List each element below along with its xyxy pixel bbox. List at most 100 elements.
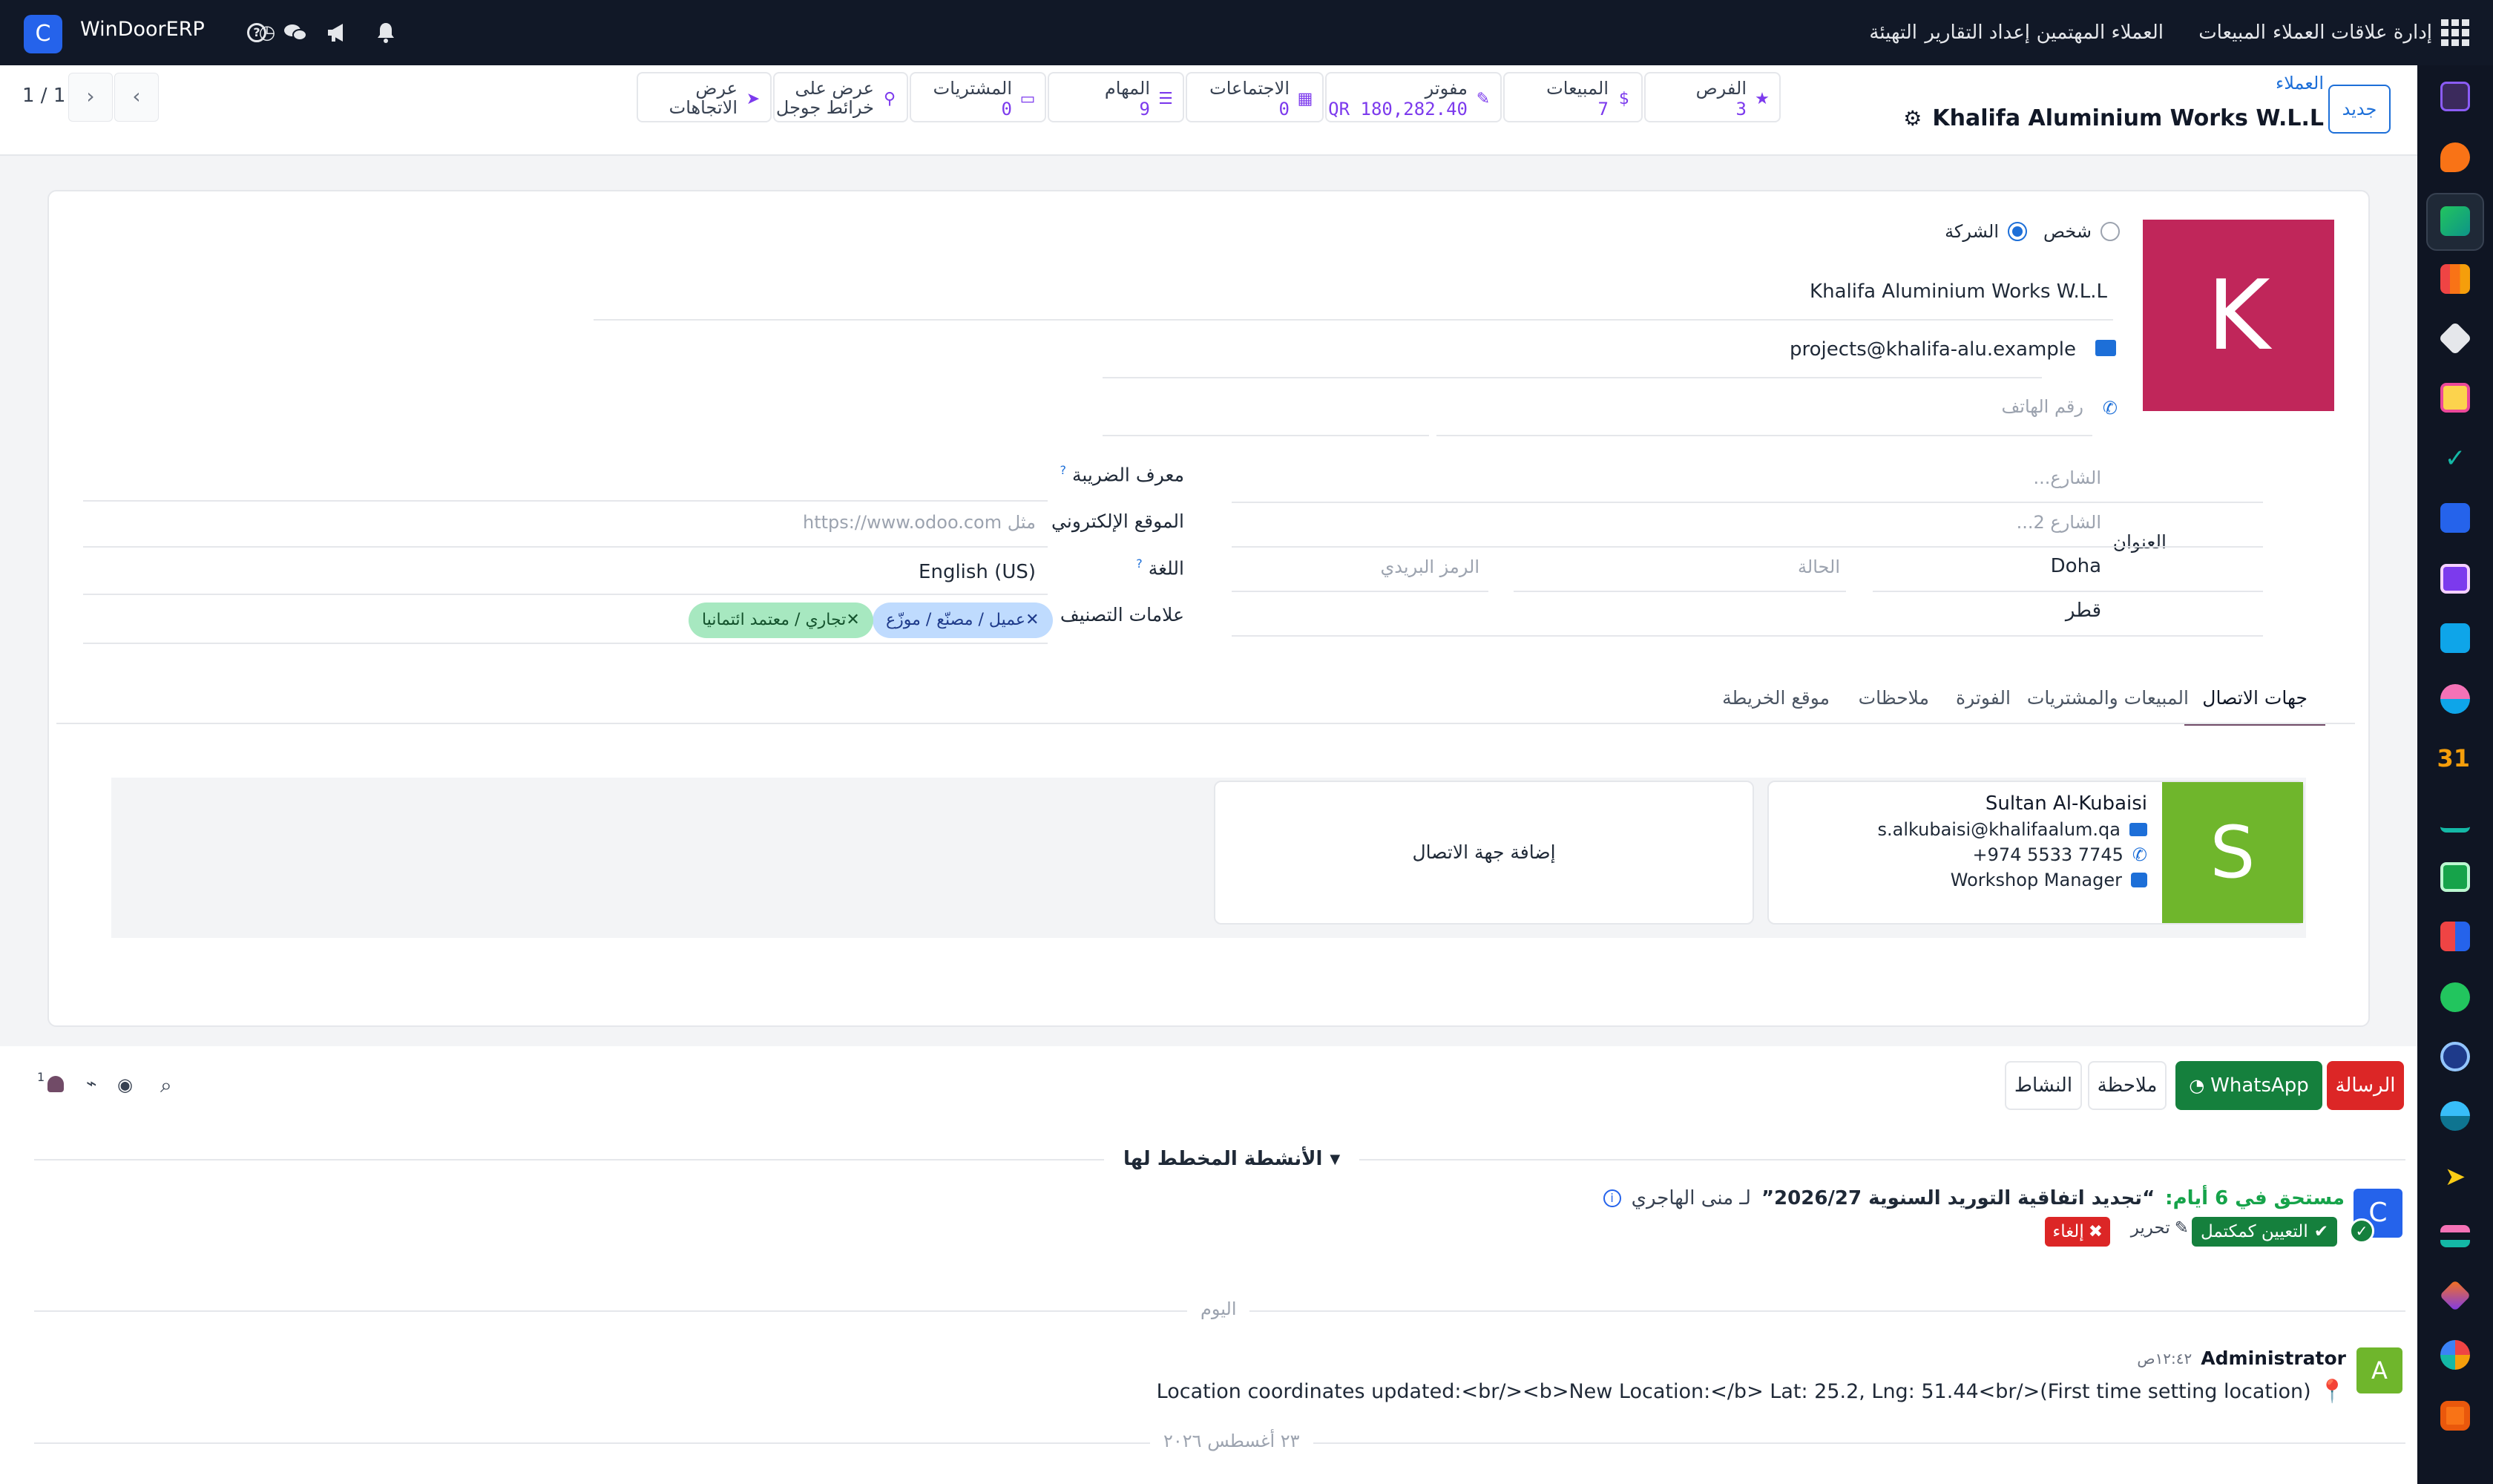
menu-sales[interactable]: المبيعات bbox=[2198, 0, 2266, 65]
company-logo[interactable]: C bbox=[24, 15, 62, 53]
smart-directions[interactable]: ➤ عرض الاتجاهات bbox=[637, 72, 772, 122]
smart-meetings[interactable]: ▦ الاجتماعات 0 bbox=[1186, 72, 1324, 122]
menu-leads[interactable]: العملاء المهتمين bbox=[2037, 0, 2164, 65]
partner-avatar[interactable]: K bbox=[2143, 220, 2334, 411]
gear-icon[interactable]: ⚙ bbox=[1903, 106, 1922, 131]
breadcrumb-parent[interactable]: العملاء bbox=[2276, 73, 2324, 93]
rail-calendar-icon[interactable]: 31 bbox=[2437, 743, 2470, 773]
country-field[interactable]: قطر bbox=[2066, 600, 2101, 622]
tab-sales-purchase[interactable]: المبيعات والمشتريات bbox=[2027, 680, 2189, 724]
message-time: ١٢:٤٢ص bbox=[2137, 1349, 2193, 1368]
lang-field[interactable]: English (US) bbox=[919, 561, 1036, 583]
rail-app-20-icon[interactable] bbox=[2440, 1225, 2470, 1247]
menu-reporting[interactable]: إعداد التقارير bbox=[1925, 0, 2030, 65]
contact-name: Sultan Al-Kubaisi bbox=[1985, 792, 2147, 815]
smart-tasks[interactable]: ☰ المهام 9 bbox=[1048, 72, 1184, 122]
tag-remove-icon[interactable]: ✕ bbox=[1025, 611, 1039, 629]
smart-purchases[interactable]: ▭ المشتريات 0 bbox=[910, 72, 1046, 122]
apps-menu-icon[interactable] bbox=[2441, 18, 2471, 47]
website-field[interactable]: مثل https://www.odoo.com bbox=[803, 512, 1036, 533]
pager-prev-button[interactable]: ‹ bbox=[68, 73, 113, 122]
megaphone-icon[interactable] bbox=[323, 18, 350, 47]
rail-app-23-icon[interactable] bbox=[2440, 1401, 2470, 1431]
whatsapp-button[interactable]: WhatsApp ◔ bbox=[2175, 1061, 2322, 1110]
smart-invoiced[interactable]: ✎ مفوتر 180,282.40 QR bbox=[1325, 72, 1502, 122]
tasks-icon: ☰ bbox=[1158, 90, 1173, 108]
radio-company[interactable]: الشركة bbox=[1945, 221, 2027, 242]
rail-app-11-icon[interactable] bbox=[2440, 684, 2470, 714]
cancel-activity-button[interactable]: ✖ إلغاء bbox=[2045, 1217, 2110, 1247]
contact-card[interactable]: S Sultan Al-Kubaisi s.alkubaisi@khalifaa… bbox=[1767, 781, 2305, 925]
rail-app-4-icon[interactable] bbox=[2440, 264, 2470, 294]
tag-commercial[interactable]: ✕تجاري / معتمد ائتمانيا bbox=[689, 603, 873, 638]
planned-activities-toggle[interactable]: ▼ الأنشطة المخطط لها bbox=[1104, 1141, 1360, 1177]
contact-role: Workshop Manager bbox=[1950, 870, 2122, 890]
eye-icon[interactable]: ◉ bbox=[117, 1074, 133, 1095]
info-icon[interactable]: i bbox=[1603, 1189, 1621, 1207]
tag-customer[interactable]: ✕عميل / مصنّع / موزّع bbox=[873, 603, 1053, 638]
smart-sales[interactable]: $ المبيعات 7 bbox=[1503, 72, 1643, 122]
radio-company-label: الشركة bbox=[1945, 221, 1999, 242]
city-field[interactable]: Doha bbox=[2051, 555, 2101, 577]
smart-google-maps[interactable]: ⚲ عرض على خرائط جوجل bbox=[773, 72, 908, 122]
tab-map-location[interactable]: موقع الخريطة bbox=[1722, 680, 1830, 724]
bell-icon[interactable] bbox=[372, 18, 399, 47]
rail-app-2-icon[interactable] bbox=[2440, 142, 2470, 172]
tab-invoicing[interactable]: الفوترة bbox=[1956, 680, 2011, 724]
radio-person-circle[interactable] bbox=[2101, 222, 2120, 241]
radio-company-circle[interactable] bbox=[2008, 222, 2027, 241]
rail-app-6-icon[interactable] bbox=[2440, 383, 2470, 413]
rail-app-9-icon[interactable] bbox=[2440, 564, 2470, 594]
record-title: Khalifa Aluminium Works W.L.L bbox=[1932, 105, 2324, 131]
rail-app-21-icon[interactable] bbox=[2439, 1279, 2471, 1312]
rail-app-13-icon[interactable] bbox=[2440, 803, 2470, 833]
radio-person[interactable]: شخص bbox=[2043, 221, 2120, 242]
message-text: Location coordinates updated:<br/><b>New… bbox=[1156, 1380, 2311, 1403]
message-author[interactable]: Administrator bbox=[2201, 1347, 2346, 1369]
rail-telegram-icon[interactable]: ➤ bbox=[2440, 1162, 2470, 1192]
smart-opportunities[interactable]: ★ الفرص 3 bbox=[1644, 72, 1781, 122]
partner-name-field[interactable]: Khalifa Aluminium Works W.L.L bbox=[1810, 280, 2107, 303]
phone-icon: ✆ bbox=[2102, 398, 2118, 418]
log-note-button[interactable]: ملاحظة bbox=[2088, 1061, 2167, 1110]
rail-app-17-icon[interactable] bbox=[2440, 1042, 2470, 1071]
schedule-activity-button[interactable]: النشاط bbox=[2005, 1061, 2082, 1110]
rail-app-15-icon[interactable] bbox=[2440, 922, 2470, 951]
street2-field[interactable]: الشارع 2... bbox=[2017, 512, 2101, 533]
rail-app-10-icon[interactable] bbox=[2440, 623, 2470, 653]
name-underline bbox=[594, 319, 2113, 321]
phone-field[interactable]: رقم الهاتف bbox=[2001, 396, 2083, 417]
paperclip-icon[interactable]: ⌁ bbox=[86, 1073, 96, 1094]
rail-crm-icon[interactable] bbox=[2440, 206, 2470, 236]
search-icon[interactable]: ⌕ bbox=[160, 1073, 172, 1098]
edit-activity-button[interactable]: ✎ تحرير bbox=[2131, 1218, 2189, 1238]
email-field[interactable]: projects@khalifa-alu.example bbox=[1790, 338, 2076, 361]
send-message-button[interactable]: الرسالة bbox=[2327, 1061, 2404, 1110]
tab-contacts[interactable]: جهات الاتصال bbox=[2184, 680, 2325, 726]
rail-app-14-icon[interactable] bbox=[2440, 862, 2470, 892]
state-field[interactable]: الحالة bbox=[1798, 556, 1840, 577]
star-icon: ★ bbox=[1755, 90, 1770, 108]
new-button[interactable]: جديد bbox=[2328, 85, 2391, 134]
rail-app-1-icon[interactable] bbox=[2440, 82, 2470, 111]
menu-configuration[interactable]: التهيئة bbox=[1869, 0, 1917, 65]
tag-remove-icon[interactable]: ✕ bbox=[846, 611, 859, 629]
chat-icon[interactable] bbox=[282, 18, 309, 47]
pager-next-button[interactable]: › bbox=[114, 73, 159, 122]
rail-whatsapp-icon[interactable] bbox=[2440, 982, 2470, 1012]
rail-app-8-icon[interactable] bbox=[2440, 503, 2470, 533]
zip-field[interactable]: الرمز البريدي bbox=[1381, 556, 1479, 577]
menu-crm[interactable]: إدارة علاقات العملاء bbox=[2273, 0, 2432, 65]
rail-app-22-icon[interactable] bbox=[2440, 1340, 2470, 1370]
rail-app-5-icon[interactable] bbox=[2438, 321, 2472, 355]
street-field[interactable]: الشارع... bbox=[2034, 467, 2102, 488]
help-icon[interactable]: ? bbox=[243, 18, 270, 47]
followers-icon[interactable] bbox=[47, 1076, 64, 1092]
tab-notes[interactable]: ملاحظات bbox=[1859, 680, 1929, 724]
briefcase-icon bbox=[2131, 873, 2147, 887]
pager-value[interactable]: 1 / 1 bbox=[22, 85, 65, 107]
rail-app-18-icon[interactable] bbox=[2440, 1101, 2470, 1131]
rail-app-7-icon[interactable]: ✓ bbox=[2440, 444, 2470, 473]
mark-done-button[interactable]: ✔ التعيين كمكتمل bbox=[2191, 1217, 2337, 1247]
add-contact-card[interactable]: إضافة جهة الاتصال bbox=[1214, 781, 1754, 925]
